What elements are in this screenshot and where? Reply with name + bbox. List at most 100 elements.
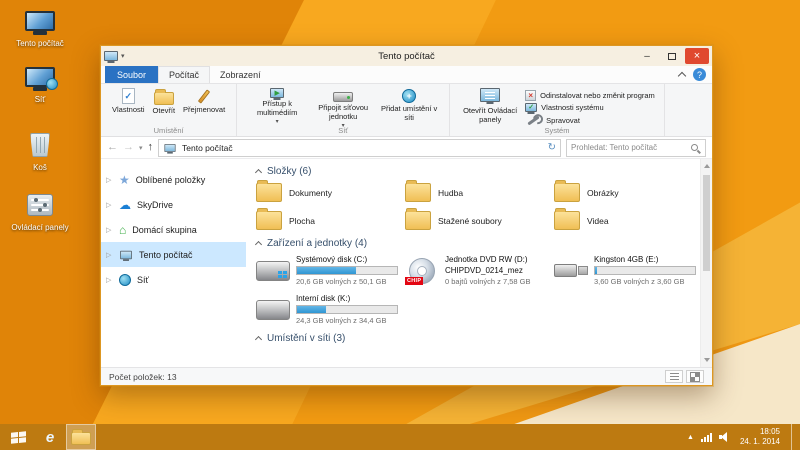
nav-item-label: Domácí skupina — [132, 225, 197, 235]
expander-icon[interactable]: ▷ — [106, 176, 111, 184]
devices-grid: Systémový disk (C:) 20,6 GB volných z 50… — [256, 255, 700, 325]
folder-tile-pictures[interactable]: Obrázky — [554, 183, 700, 202]
properties-icon: ✓ — [122, 88, 135, 104]
drive-tile-k[interactable]: Interní disk (K:) 24,3 GB volných z 34,4… — [256, 294, 405, 325]
nav-item-network[interactable]: ▷ Síť — [101, 267, 246, 292]
taskbar-clock[interactable]: 18:05 24. 1. 2014 — [740, 427, 780, 447]
volume-label: CHIPDVD_0214_mez — [445, 266, 530, 275]
vertical-scrollbar[interactable] — [700, 159, 712, 367]
up-button[interactable]: ↑ — [148, 142, 154, 153]
nav-item-favorites[interactable]: ▷ ★ Oblíbené položky — [101, 167, 246, 192]
open-button[interactable]: Otevřít — [149, 87, 180, 117]
quick-access-toolbar[interactable]: ▾ — [104, 51, 125, 61]
expander-icon[interactable]: ▷ — [106, 201, 111, 209]
open-control-panel-button[interactable]: Otevřít Ovládací panely — [457, 87, 523, 125]
expander-icon[interactable]: ▷ — [106, 276, 111, 284]
folder-tile-music[interactable]: Hudba — [405, 183, 554, 202]
dvd-icon: CHIP — [409, 258, 435, 284]
media-access-button[interactable]: ▶ Přístup k multimédiím ▾ — [244, 87, 310, 127]
folder-icon — [554, 211, 580, 230]
drive-tile-usb[interactable]: Kingston 4GB (E:) 3,60 GB volných z 3,60… — [554, 255, 700, 286]
rename-button[interactable]: Přejmenovat — [179, 87, 229, 116]
rename-icon — [198, 89, 210, 103]
search-box[interactable] — [566, 139, 706, 157]
taskbar-explorer-button[interactable] — [66, 424, 96, 450]
collapse-chevron-icon[interactable] — [255, 169, 262, 176]
system-tray: ▲ 18:05 24. 1. 2014 — [687, 424, 800, 450]
recent-locations-dropdown-icon[interactable]: ▾ — [139, 144, 143, 152]
start-button[interactable] — [0, 424, 36, 450]
icons-view-button[interactable] — [686, 370, 704, 383]
scroll-down-icon[interactable] — [704, 358, 710, 362]
search-icon — [691, 144, 698, 151]
add-network-icon: + — [402, 89, 416, 103]
folder-tile-documents[interactable]: Dokumenty — [256, 183, 405, 202]
nav-item-label: Oblíbené položky — [136, 175, 206, 185]
chip-logo: CHIP — [405, 277, 423, 285]
expander-icon[interactable]: ▷ — [106, 251, 111, 259]
scrollbar-thumb[interactable] — [703, 175, 710, 271]
icons-view-icon — [691, 373, 699, 381]
desktop-icon-control-panel[interactable]: Ovládací panely — [8, 190, 72, 232]
add-network-location-button[interactable]: + Přidat umístění v síti — [376, 87, 442, 123]
minimize-button[interactable]: – — [635, 48, 659, 64]
desktop-icon-label: Tento počítač — [8, 39, 72, 48]
title-bar[interactable]: Tento počítač ▾ – × — [101, 46, 712, 66]
hdd-icon — [256, 261, 290, 281]
back-button[interactable]: ← — [107, 142, 118, 153]
system-properties-button[interactable]: ✓ Vlastnosti systému — [523, 103, 657, 112]
section-header-devices[interactable]: Zařízení a jednotky (4) — [256, 238, 700, 249]
capacity-bar — [296, 266, 398, 275]
explorer-window: Tento počítač ▾ – × Soubor Počítač Zobra… — [100, 45, 713, 386]
nav-item-skydrive[interactable]: ▷ ☁ SkyDrive — [101, 192, 246, 217]
maximize-button[interactable] — [660, 48, 684, 64]
expander-icon[interactable]: ▷ — [106, 226, 111, 234]
section-header-folders[interactable]: Složky (6) — [256, 166, 700, 177]
details-view-button[interactable] — [665, 370, 683, 383]
drive-tile-c[interactable]: Systémový disk (C:) 20,6 GB volných z 50… — [256, 255, 405, 286]
desktop-icon-network[interactable]: Síť — [8, 62, 72, 104]
uninstall-program-button[interactable]: × Odinstalovat nebo změnit program — [523, 90, 657, 101]
properties-button[interactable]: ✓ Vlastnosti — [108, 87, 149, 116]
network-signal-icon[interactable] — [701, 433, 712, 442]
refresh-icon[interactable]: ↻ — [548, 143, 556, 153]
windows-logo-icon — [11, 431, 26, 444]
scroll-up-icon[interactable] — [704, 164, 710, 168]
qat-dropdown-icon[interactable]: ▾ — [121, 52, 125, 60]
collapse-chevron-icon[interactable] — [255, 241, 262, 248]
search-input[interactable] — [571, 143, 691, 152]
show-desktop-button[interactable] — [791, 424, 796, 450]
taskbar-ie-button[interactable]: e — [36, 424, 64, 450]
folder-tile-desktop[interactable]: Plocha — [256, 211, 405, 230]
breadcrumb-path[interactable]: Tento počítač — [182, 143, 543, 153]
media-icon: ▶ — [270, 88, 284, 98]
folder-icon — [256, 211, 282, 230]
folder-icon — [405, 211, 431, 230]
help-icon[interactable]: ? — [693, 68, 706, 81]
section-header-network-locations[interactable]: Umístění v síti (3) — [256, 333, 700, 344]
minimize-ribbon-icon[interactable] — [678, 72, 686, 80]
desktop-icon-this-pc[interactable]: Tento počítač — [8, 6, 72, 48]
tray-expand-icon[interactable]: ▲ — [687, 434, 694, 441]
map-network-drive-button[interactable]: Připojit síťovou jednotku ▾ — [310, 87, 376, 131]
folder-tile-videos[interactable]: Videa — [554, 211, 700, 230]
skydrive-cloud-icon: ☁ — [119, 199, 131, 211]
nav-item-label: Síť — [137, 275, 149, 285]
nav-item-homegroup[interactable]: ▷ ⌂ Domácí skupina — [101, 217, 246, 242]
tab-view[interactable]: Zobrazení — [210, 66, 271, 83]
desktop-icon-label: Koš — [8, 163, 72, 172]
desktop-icon-recycle-bin[interactable]: Koš — [8, 130, 72, 172]
nav-item-label: SkyDrive — [137, 200, 173, 210]
folder-tile-downloads[interactable]: Stažené soubory — [405, 211, 554, 230]
file-tab[interactable]: Soubor — [105, 66, 158, 83]
forward-button[interactable]: → — [123, 142, 134, 153]
folders-grid: Dokumenty Hudba Obrázky Plocha Stažené s… — [256, 183, 700, 230]
tab-computer[interactable]: Počítač — [158, 66, 210, 83]
address-box[interactable]: Tento počítač ↻ — [158, 139, 561, 157]
nav-item-this-pc[interactable]: ▷ Tento počítač — [101, 242, 246, 267]
drive-tile-dvd[interactable]: CHIP Jednotka DVD RW (D:) CHIPDVD_0214_m… — [405, 255, 554, 286]
close-button[interactable]: × — [685, 48, 709, 64]
nav-item-label: Tento počítač — [139, 250, 193, 260]
collapse-chevron-icon[interactable] — [255, 336, 262, 343]
volume-icon[interactable] — [719, 432, 729, 442]
